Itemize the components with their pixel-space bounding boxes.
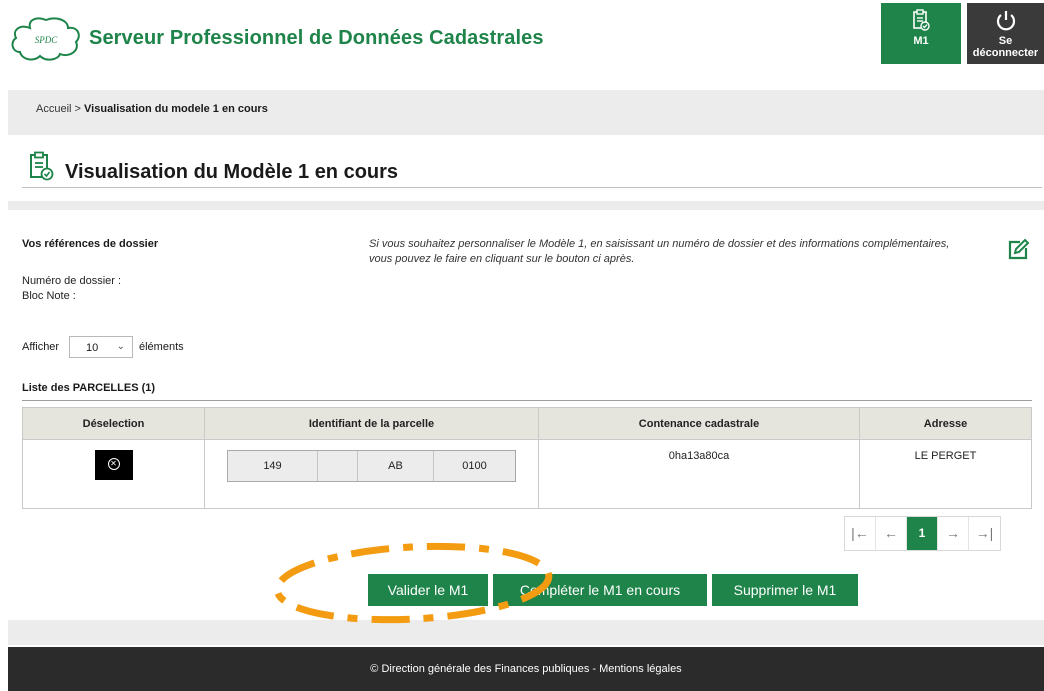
- clipboard-check-icon: [913, 9, 930, 31]
- page-1-button[interactable]: 1: [907, 517, 938, 550]
- header: SPDC Serveur Professionnel de Données Ca…: [0, 0, 1044, 90]
- close-circle-icon: ✕: [107, 458, 120, 470]
- ident-prefix: [318, 451, 358, 481]
- deselect-button[interactable]: ✕: [94, 450, 133, 480]
- page-title: Visualisation du Modèle 1 en cours: [65, 161, 399, 183]
- refs-title: Vos références de dossier: [22, 238, 159, 250]
- footer: © Direction générale des Finances publiq…: [8, 647, 1044, 691]
- parcels-table: Déselection Identifiant de la parcelle C…: [22, 407, 1032, 509]
- breadcrumb-separator: >: [74, 103, 81, 115]
- page-length-select[interactable]: 10 ⌄: [69, 336, 133, 358]
- logout-button[interactable]: Se déconnecter: [967, 3, 1044, 64]
- page-length-value: 10: [86, 342, 99, 354]
- adresse-cell: LE PERGET: [859, 439, 1032, 509]
- last-page-button[interactable]: →|: [969, 517, 1000, 550]
- dossier-number-label: Numéro de dossier :: [22, 275, 122, 287]
- delete-m1-button[interactable]: Supprimer le M1: [712, 574, 858, 606]
- ident-number: 0100: [462, 460, 487, 472]
- edit-icon[interactable]: [1006, 238, 1030, 262]
- breadcrumb-home[interactable]: Accueil: [36, 103, 71, 115]
- parcel-identifier: 149 AB 0100: [227, 450, 516, 482]
- column-header-contenance[interactable]: Contenance cadastrale: [538, 407, 860, 440]
- power-icon: [996, 11, 1015, 31]
- complete-m1-button[interactable]: Compléter le M1 en cours: [493, 574, 707, 606]
- title-panel: Visualisation du Modèle 1 en cours: [8, 135, 1044, 201]
- personalize-info-text: Si vous souhaitez personnaliser le Modèl…: [369, 238, 950, 265]
- logout-label-2: déconnecter: [972, 47, 1039, 59]
- column-header-identifiant[interactable]: Identifiant de la parcelle: [204, 407, 539, 440]
- first-page-button[interactable]: |←: [845, 517, 876, 550]
- bloc-note-label: Bloc Note :: [22, 290, 76, 302]
- table-row: ✕ 149 AB 0100 0ha13a80ca LE PERGET: [22, 439, 1032, 509]
- site-title: Serveur Professionnel de Données Cadastr…: [89, 27, 544, 49]
- ident-section: AB: [358, 451, 434, 481]
- pagination: |← ← 1 → →|: [844, 516, 1001, 551]
- next-page-button[interactable]: →: [938, 517, 969, 550]
- ident-commune: 149: [228, 451, 318, 481]
- length-prefix: Afficher: [22, 341, 60, 353]
- chevron-down-icon: ⌄: [116, 341, 125, 352]
- breadcrumb: Accueil > Visualisation du modele 1 en c…: [36, 103, 268, 115]
- logout-label-1: Se: [998, 35, 1013, 47]
- contenance-cell: 0ha13a80ca: [538, 439, 860, 509]
- validate-m1-button[interactable]: Valider le M1: [368, 574, 488, 606]
- breadcrumb-current: Visualisation du modele 1 en cours: [84, 103, 268, 115]
- clipboard-check-icon: [30, 151, 54, 181]
- m1-button[interactable]: M1: [881, 3, 961, 64]
- m1-label: M1: [913, 35, 929, 47]
- length-suffix: éléments: [139, 341, 184, 353]
- logo-text: SPDC: [35, 35, 58, 45]
- deselection-cell: ✕: [22, 439, 205, 509]
- list-divider: [22, 400, 1032, 401]
- spdc-logo[interactable]: SPDC: [8, 16, 84, 62]
- column-header-deselection[interactable]: Déselection: [22, 407, 205, 440]
- title-divider: [22, 187, 1042, 188]
- previous-page-button[interactable]: ←: [876, 517, 907, 550]
- column-header-adresse[interactable]: Adresse: [859, 407, 1032, 440]
- identifiant-cell: 149 AB 0100: [204, 439, 539, 509]
- parcel-list-title: Liste des PARCELLES (1): [22, 382, 156, 394]
